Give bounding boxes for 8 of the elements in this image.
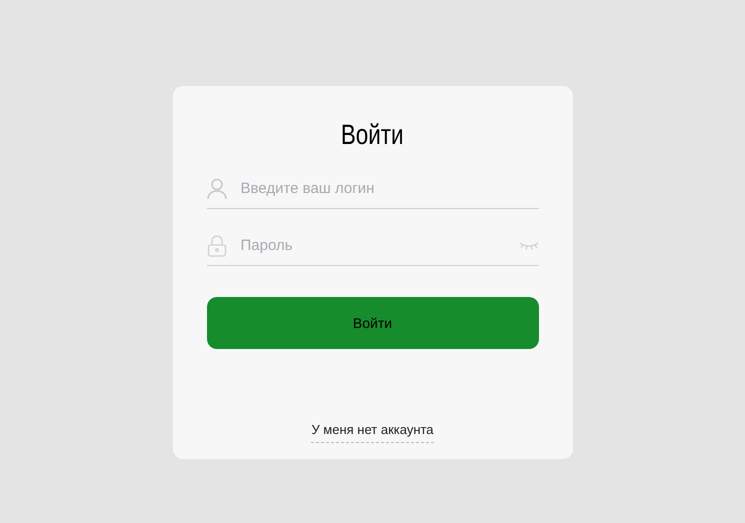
lock-icon (206, 235, 226, 257)
no-account-link[interactable]: У меня нет аккаунта (311, 420, 434, 443)
password-field[interactable]: Пароль (240, 234, 504, 258)
login-button[interactable]: Войти (206, 297, 538, 349)
form-title: Войти (341, 118, 404, 152)
closed-eye-icon[interactable] (518, 241, 538, 251)
user-icon (206, 178, 226, 200)
login-field[interactable]: Введите ваш логин (240, 178, 538, 200)
